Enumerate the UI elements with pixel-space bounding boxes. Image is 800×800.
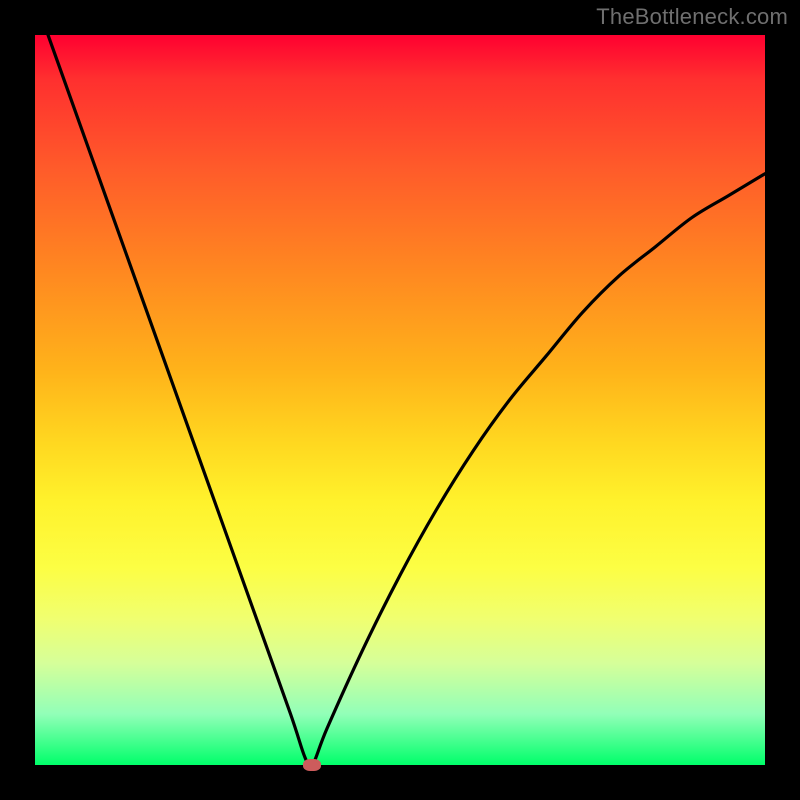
curve-svg [35, 35, 765, 765]
bottleneck-curve [35, 0, 765, 767]
optimum-marker [303, 759, 321, 771]
plot-area [35, 35, 765, 765]
watermark-text: TheBottleneck.com [596, 4, 788, 30]
chart-frame: TheBottleneck.com [0, 0, 800, 800]
